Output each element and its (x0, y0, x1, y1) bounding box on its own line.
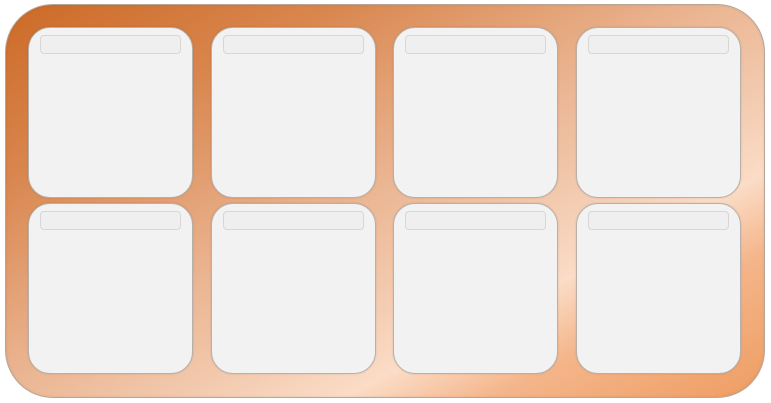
tile-3[interactable] (393, 27, 558, 198)
tile-title-bar (588, 211, 729, 230)
tile-title-bar (40, 211, 181, 230)
tile-8[interactable] (576, 203, 741, 374)
tile-title-bar (223, 35, 364, 54)
tile-6[interactable] (211, 203, 376, 374)
tray-frame (5, 4, 765, 398)
tile-5[interactable] (28, 203, 193, 374)
tile-title-bar (588, 35, 729, 54)
tile-title-bar (223, 211, 364, 230)
tile-1[interactable] (28, 27, 193, 198)
tile-4[interactable] (576, 27, 741, 198)
tile-7[interactable] (393, 203, 558, 374)
tile-title-bar (40, 35, 181, 54)
tile-2[interactable] (211, 27, 376, 198)
tile-title-bar (405, 35, 546, 54)
tile-title-bar (405, 211, 546, 230)
